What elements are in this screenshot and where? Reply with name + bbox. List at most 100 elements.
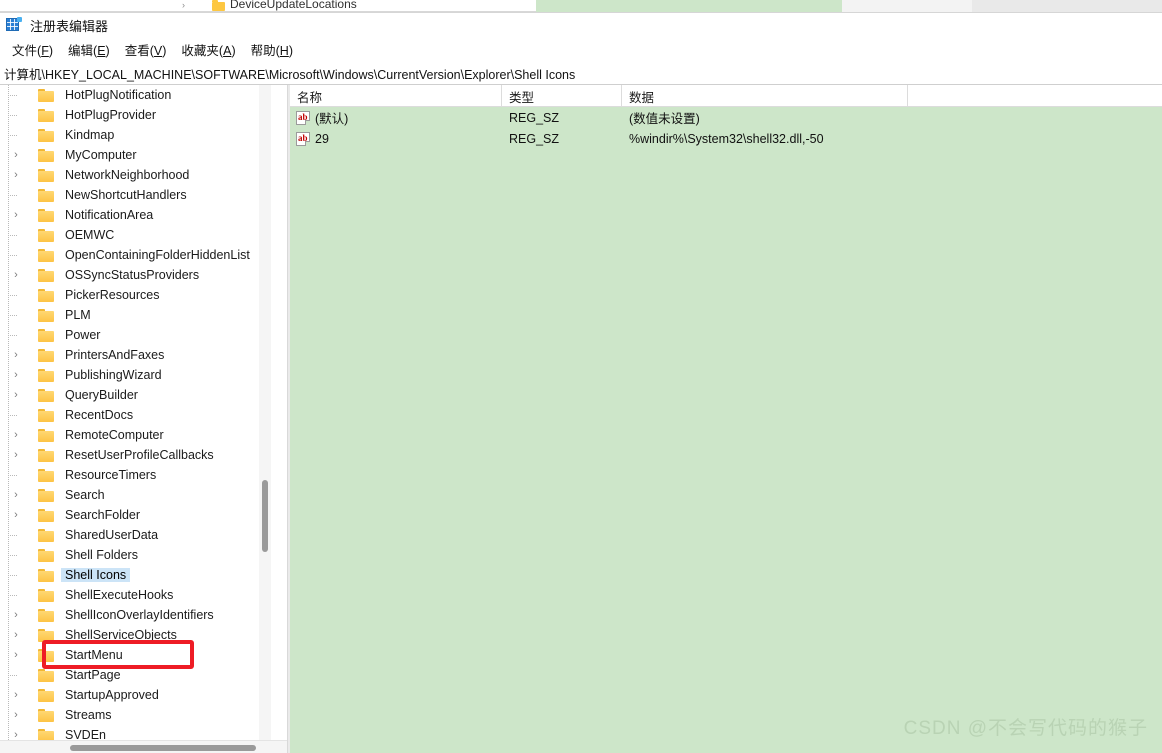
registry-editor-screen: › DeviceUpdateLocations CSDN @不会写代码的猴子 注… [0,0,1162,753]
column-header-type[interactable]: 类型 [502,85,622,107]
tree-item-label: ShellServiceObjects [65,628,177,642]
tree-item-publishingwizard[interactable]: › PublishingWizard [0,365,271,385]
tree-item-shellexecutehooks[interactable]: ShellExecuteHooks [0,585,271,605]
watermark-text: CSDN @不会写代码的猴子 [903,718,1148,739]
background-window-strip: › DeviceUpdateLocations CSDN @不会写代码的猴子 [0,0,1162,12]
tree-item-label: Streams [65,708,112,722]
tree-item-kindmap[interactable]: Kindmap [0,125,271,145]
tree-item-shell-icons[interactable]: Shell Icons [0,565,271,585]
menu-help[interactable]: 帮助(H) [245,38,302,61]
chevron-right-icon[interactable]: › [10,429,22,441]
tree-vertical-scrollbar[interactable] [259,85,271,740]
chevron-right-icon[interactable]: › [10,609,22,621]
folder-icon [38,228,55,242]
chevron-right-icon[interactable]: › [10,629,22,641]
address-bar[interactable]: 计算机\HKEY_LOCAL_MACHINE\SOFTWARE\Microsof… [0,63,1162,85]
tree-item-searchfolder[interactable]: › SearchFolder [0,505,271,525]
chevron-right-icon[interactable]: › [10,729,22,740]
tree-item-streams[interactable]: › Streams [0,705,271,725]
menu-file[interactable]: 文件(F) [6,38,62,61]
tree-indent: › [0,705,38,725]
menu-edit[interactable]: 编辑(E) [62,38,119,61]
chevron-right-icon[interactable]: › [10,689,22,701]
tree-item-resourcetimers[interactable]: ResourceTimers [0,465,271,485]
folder-icon [38,668,55,682]
value-row[interactable]: 29 REG_SZ %windir%\System32\shell32.dll,-5… [290,128,1162,149]
tree-item-hotplugnotification[interactable]: HotPlugNotification [0,85,271,105]
folder-icon [38,368,55,382]
tree-item-ossyncstatusproviders[interactable]: › OSSyncStatusProviders [0,265,271,285]
tree-item-label: RecentDocs [65,408,134,422]
chevron-right-icon[interactable]: › [10,209,22,221]
chevron-right-icon[interactable]: › [10,169,22,181]
tree-vertical-scroll-thumb[interactable] [262,480,268,552]
tree-item-querybuilder[interactable]: › QueryBuilder [0,385,271,405]
tree-item-startupapproved[interactable]: › StartupApproved [0,685,271,705]
tree-horizontal-scroll-thumb[interactable] [70,745,256,751]
tree-item-remotecomputer[interactable]: › RemoteComputer [0,425,271,445]
registry-tree-pane: HotPlugNotification HotPlugProvider Kindma… [0,85,288,753]
tree-item-label: NotificationArea [65,208,154,222]
menu-view[interactable]: 查看(V) [119,38,176,61]
tree-item-label: OSSyncStatusProviders [65,268,200,282]
chevron-right-icon[interactable]: › [10,709,22,721]
folder-icon [38,268,55,282]
tree-item-label: ResetUserProfileCallbacks [65,448,214,462]
tree-item-startmenu[interactable]: › StartMenu [0,645,271,665]
column-header-data[interactable]: 数据 [622,85,908,107]
tree-item-plm[interactable]: PLM [0,305,271,325]
tree-item-resetuserprofilecallbacks[interactable]: › ResetUserProfileCallbacks [0,445,271,465]
regedit-window: 注册表编辑器 文件(F) 编辑(E) 查看(V) 收藏夹(A) 帮助(H) 计算… [0,12,1162,753]
tree-item-printersandfaxes[interactable]: › PrintersAndFaxes [0,345,271,365]
tree-item-startpage[interactable]: StartPage [0,665,271,685]
tree-item-pickerresources[interactable]: PickerResources [0,285,271,305]
chevron-right-icon[interactable]: › [10,389,22,401]
tree-item-shell-folders[interactable]: Shell Folders [0,545,271,565]
tree-item-newshortcuthandlers[interactable]: NewShortcutHandlers [0,185,271,205]
chevron-right-icon[interactable]: › [10,509,22,521]
tree-horizontal-scrollbar[interactable] [0,740,287,753]
tree-item-mycomputer[interactable]: › MyComputer [0,145,271,165]
value-data: %windir%\System32\shell32.dll,-50 [629,131,824,146]
folder-icon [38,428,55,442]
menu-favorites[interactable]: 收藏夹(A) [175,38,244,61]
tree-item-shelliconoverlayidentifiers[interactable]: › ShellIconOverlayIdentifiers [0,605,271,625]
chevron-right-icon[interactable]: › [10,149,22,161]
tree-item-hotplugprovider[interactable]: HotPlugProvider [0,105,271,125]
background-window-right [842,0,972,12]
tree-item-opencontainingfolderhiddenlist[interactable]: OpenContainingFolderHiddenList [0,245,271,265]
tree-item-label: HotPlugNotification [65,88,172,102]
tree-indent: › [0,385,38,405]
tree-item-svden[interactable]: › SVDEn [0,725,271,740]
background-tree-item-label: DeviceUpdateLocations [230,0,357,11]
chevron-right-icon[interactable]: › [10,649,22,661]
tree-indent [0,665,38,685]
tree-item-recentdocs[interactable]: RecentDocs [0,405,271,425]
tree-item-label: PLM [65,308,91,322]
tree-item-label: StartMenu [65,648,123,662]
tree-item-search[interactable]: › Search [0,485,271,505]
tree-item-label: StartPage [65,668,121,682]
tree-item-label: HotPlugProvider [65,108,157,122]
chevron-right-icon[interactable]: › [10,269,22,281]
tree-item-shareduserdata[interactable]: SharedUserData [0,525,271,545]
registry-tree[interactable]: HotPlugNotification HotPlugProvider Kindma… [0,85,271,740]
column-header-name[interactable]: 名称 [290,85,502,107]
value-type: REG_SZ [509,110,560,125]
folder-icon [38,568,55,582]
tree-item-networkneighborhood[interactable]: › NetworkNeighborhood [0,165,271,185]
value-list-rows[interactable]: (默认) REG_SZ (数值未设置) 29 REG_SZ %windir%\System… [290,107,1162,149]
value-row[interactable]: (默认) REG_SZ (数值未设置) [290,107,1162,128]
tree-indent: › [0,145,38,165]
tree-indent [0,405,38,425]
tree-item-notificationarea[interactable]: › NotificationArea [0,205,271,225]
tree-item-oemwc[interactable]: OEMWC [0,225,271,245]
chevron-right-icon[interactable]: › [10,489,22,501]
tree-item-power[interactable]: Power [0,325,271,345]
chevron-right-icon[interactable]: › [10,349,22,361]
folder-icon [38,308,55,322]
chevron-right-icon[interactable]: › [10,449,22,461]
chevron-right-icon[interactable]: › [10,369,22,381]
tree-item-shellserviceobjects[interactable]: › ShellServiceObjects [0,625,271,645]
tree-indent: › [0,425,38,445]
